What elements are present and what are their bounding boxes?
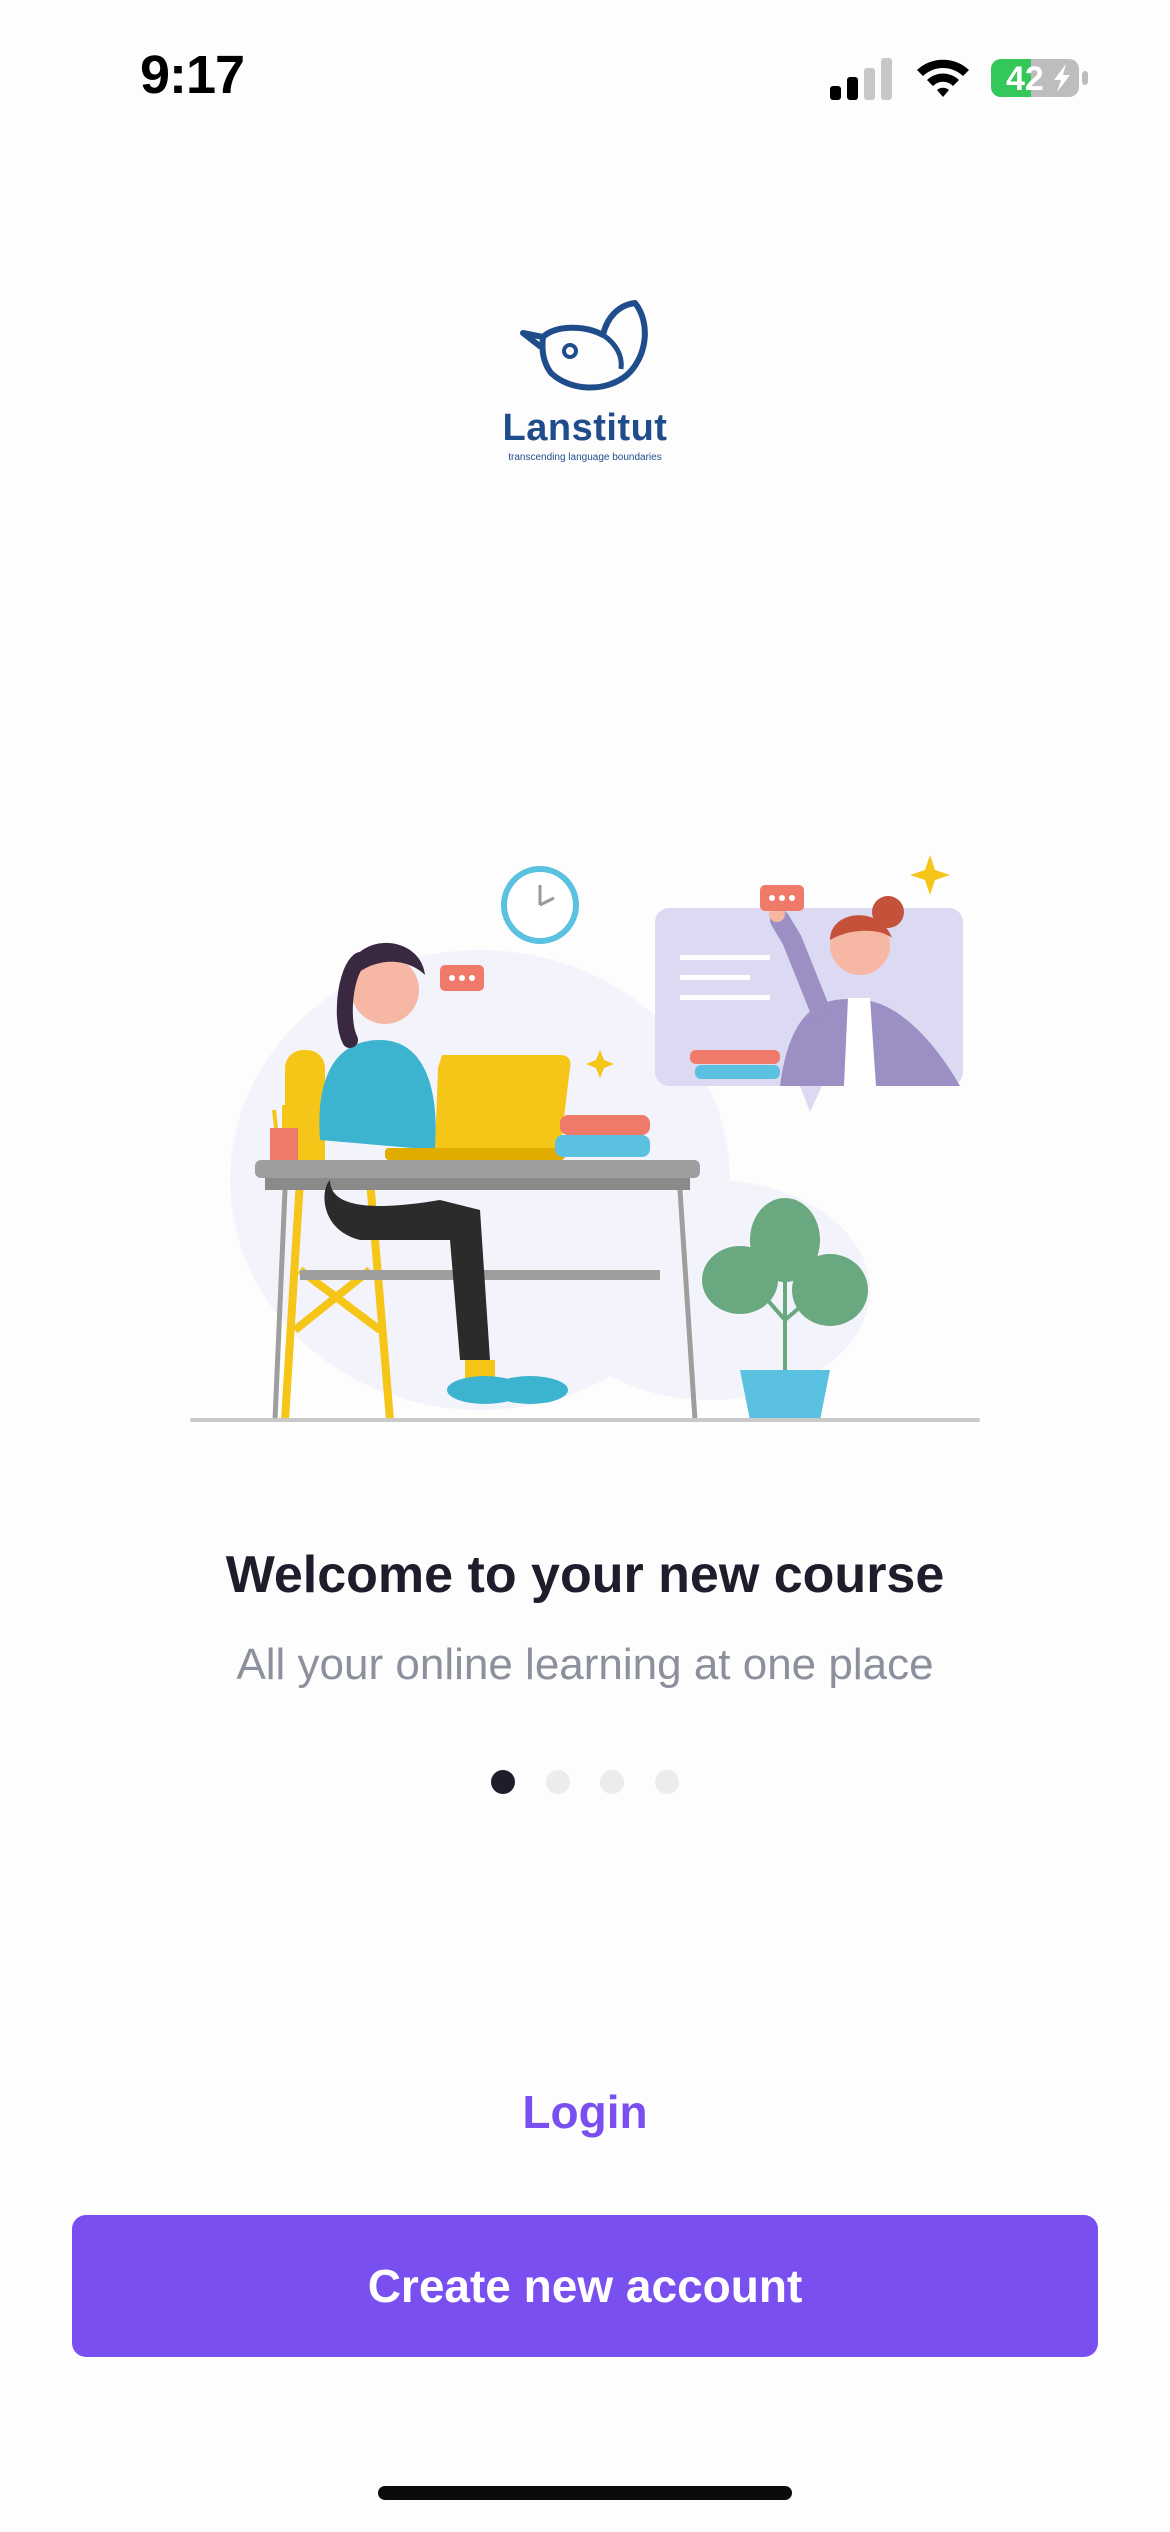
home-indicator[interactable]: [378, 2486, 792, 2500]
onboarding-title: Welcome to your new course: [225, 1546, 945, 1604]
page-dot-4[interactable]: [654, 1770, 679, 1794]
page-dot-3[interactable]: [600, 1770, 625, 1794]
status-time: 9:17: [140, 45, 245, 105]
status-icons: 42: [830, 54, 1090, 104]
bird-logo-icon: [520, 300, 648, 391]
status-bar: 9:17 42: [0, 0, 1170, 150]
page-dot-1[interactable]: [491, 1770, 516, 1794]
brand-logo: Lanstitut transcending language boundari…: [485, 295, 685, 475]
wifi-icon: [917, 59, 969, 97]
online-learning-illustration: [190, 855, 980, 1422]
logo-name: Lanstitut: [502, 407, 668, 449]
logo-tagline: transcending language boundaries: [508, 452, 662, 463]
login-link[interactable]: Login: [0, 2085, 1170, 2139]
create-account-button[interactable]: Create new account: [72, 2215, 1098, 2357]
onboarding-subtitle: All your online learning at one place: [236, 1640, 934, 1689]
page-dot-2[interactable]: [545, 1770, 570, 1794]
signal-icon: [830, 58, 892, 100]
battery-charging-icon: 42: [990, 58, 1090, 98]
page-indicator: [0, 1770, 1170, 1800]
battery-level: 42: [1006, 60, 1044, 98]
